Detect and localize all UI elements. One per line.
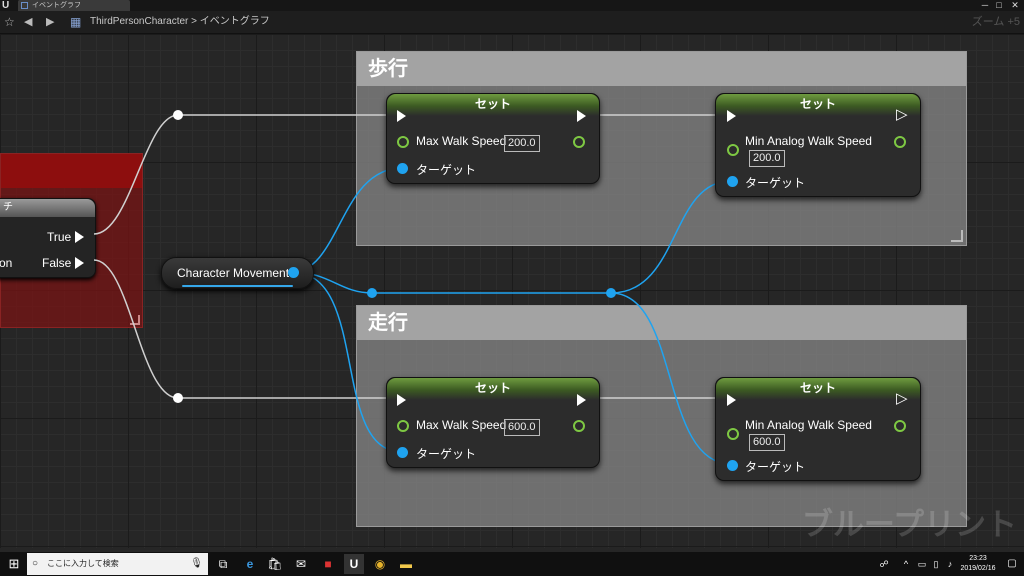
- target-pin[interactable]: [727, 176, 738, 187]
- exec-wire-true: [93, 114, 179, 235]
- system-clock[interactable]: 23:23 2019/02/16: [958, 554, 998, 574]
- taskbar-search-box[interactable]: ○ ここに入力して検索 🎙: [27, 553, 208, 575]
- maximize-button[interactable]: □: [992, 0, 1006, 11]
- set-min-analog-walk-speed-node-run[interactable]: セット ▷ Min Analog Walk Speed 600.0 ターゲット: [715, 377, 921, 481]
- exec-in-pin[interactable]: [727, 394, 736, 406]
- node-title: セット: [716, 378, 920, 400]
- minimize-button[interactable]: ─: [978, 0, 992, 11]
- target-label: ターゲット: [745, 460, 806, 474]
- edge-icon[interactable]: e: [240, 554, 260, 574]
- editor-tab[interactable]: イベントグラフ: [18, 0, 130, 11]
- search-icon: ○: [32, 558, 39, 569]
- tab-title: イベントグラフ: [32, 2, 81, 9]
- property-label: Max Walk Speed: [416, 418, 507, 432]
- favorite-star-icon[interactable]: ☆: [4, 11, 15, 33]
- value-input[interactable]: 200.0: [504, 135, 540, 152]
- target-label: ターゲット: [745, 176, 806, 190]
- exec-in-pin[interactable]: [727, 110, 736, 122]
- exec-in-pin[interactable]: [397, 110, 406, 122]
- object-wire-run-min: [610, 292, 732, 465]
- float-in-pin[interactable]: [397, 420, 409, 432]
- character-movement-node[interactable]: Character Movement: [161, 257, 314, 289]
- object-wire-walk-min: [610, 180, 732, 294]
- store-icon[interactable]: 🛍: [265, 554, 285, 574]
- float-out-pin[interactable]: [573, 136, 585, 148]
- float-in-pin[interactable]: [727, 144, 739, 156]
- forward-arrow-icon[interactable]: ▶: [46, 11, 54, 33]
- tab-blueprint-icon: [21, 2, 28, 9]
- exec-out-pin[interactable]: [577, 110, 586, 122]
- exec-in-pin[interactable]: [397, 394, 406, 406]
- exec-out-hollow-icon[interactable]: ▷: [896, 389, 908, 407]
- reroute-node-false: [173, 393, 183, 403]
- taskbar: ⊞ ○ ここに入力して検索 🎙 ⧉ e 🛍 ✉ ■ U ◉ ▬ ☍ ^ ▭ ▯ …: [0, 552, 1024, 576]
- target-label: ターゲット: [416, 447, 477, 461]
- reroute-node-object-b: [606, 288, 616, 298]
- chrome-icon[interactable]: ◉: [370, 554, 390, 574]
- target-pin[interactable]: [397, 447, 408, 458]
- breadcrumb: ThirdPersonCharacter > イベントグラフ: [90, 11, 270, 33]
- mail-icon[interactable]: ✉: [291, 554, 311, 574]
- blueprint-watermark: ブループリント: [801, 507, 1017, 542]
- clock-time: 23:23: [969, 555, 987, 562]
- set-max-walk-speed-node-run[interactable]: セット Max Walk Speed 600.0 ターゲット: [386, 377, 600, 468]
- set-max-walk-speed-node-walk[interactable]: セット Max Walk Speed 200.0 ターゲット: [386, 93, 600, 184]
- breadcrumb-blueprint[interactable]: ThirdPersonCharacter: [90, 16, 188, 27]
- reroute-node-true: [173, 110, 183, 120]
- float-out-pin[interactable]: [573, 420, 585, 432]
- value-input[interactable]: 600.0: [749, 434, 785, 451]
- search-placeholder: ここに入力して検索: [47, 559, 119, 568]
- microphone-icon[interactable]: 🎙: [190, 553, 203, 575]
- value-input[interactable]: 600.0: [504, 419, 540, 436]
- target-pin[interactable]: [727, 460, 738, 471]
- back-arrow-icon[interactable]: ◀: [24, 11, 32, 33]
- ue-logo-icon[interactable]: U: [2, 0, 9, 11]
- zoom-label: ズーム +5: [971, 16, 1020, 28]
- object-wire-walk-max: [291, 167, 403, 273]
- float-in-pin[interactable]: [397, 136, 409, 148]
- graph-canvas[interactable]: チ True on False 歩行 走行 Character Movement…: [0, 34, 1024, 548]
- property-label: Min Analog Walk Speed: [745, 418, 872, 432]
- notification-icon[interactable]: ▢: [1002, 554, 1022, 574]
- node-title: セット: [716, 94, 920, 116]
- people-icon[interactable]: ☍: [874, 554, 894, 574]
- target-pin[interactable]: [397, 163, 408, 174]
- task-view-icon[interactable]: ⧉: [213, 554, 233, 574]
- variable-label: Character Movement: [177, 266, 290, 280]
- reroute-node-object-a: [367, 288, 377, 298]
- exec-out-pin[interactable]: [577, 394, 586, 406]
- float-out-pin[interactable]: [894, 420, 906, 432]
- node-title: セット: [387, 94, 599, 116]
- graph-icon: ▦: [70, 15, 82, 29]
- close-button[interactable]: ✕: [1008, 0, 1022, 11]
- variable-output-pin[interactable]: [288, 267, 299, 278]
- graph-toolbar: ☆ ◀ ▶ ▦ ThirdPersonCharacter > イベントグラフ ズ…: [0, 11, 1024, 34]
- title-bar: U イベントグラフ ─ □ ✕: [0, 0, 1024, 11]
- explorer-icon[interactable]: ▬: [396, 554, 416, 574]
- property-label: Min Analog Walk Speed: [745, 134, 872, 148]
- breadcrumb-graph[interactable]: イベントグラフ: [200, 16, 270, 27]
- app-icon[interactable]: ■: [318, 554, 338, 574]
- windows-start-icon[interactable]: ⊞: [4, 554, 24, 574]
- node-title: セット: [387, 378, 599, 400]
- target-label: ターゲット: [416, 163, 477, 177]
- breadcrumb-separator: >: [191, 16, 197, 27]
- set-min-analog-walk-speed-node-walk[interactable]: セット ▷ Min Analog Walk Speed 200.0 ターゲット: [715, 93, 921, 197]
- float-in-pin[interactable]: [727, 428, 739, 440]
- volume-icon[interactable]: ♪: [940, 554, 960, 574]
- float-out-pin[interactable]: [894, 136, 906, 148]
- unreal-icon[interactable]: U: [344, 554, 364, 574]
- property-label: Max Walk Speed: [416, 134, 507, 148]
- exec-out-hollow-icon: ▷: [896, 106, 908, 123]
- clock-date: 2019/02/16: [960, 565, 996, 572]
- value-input[interactable]: 200.0: [749, 150, 785, 167]
